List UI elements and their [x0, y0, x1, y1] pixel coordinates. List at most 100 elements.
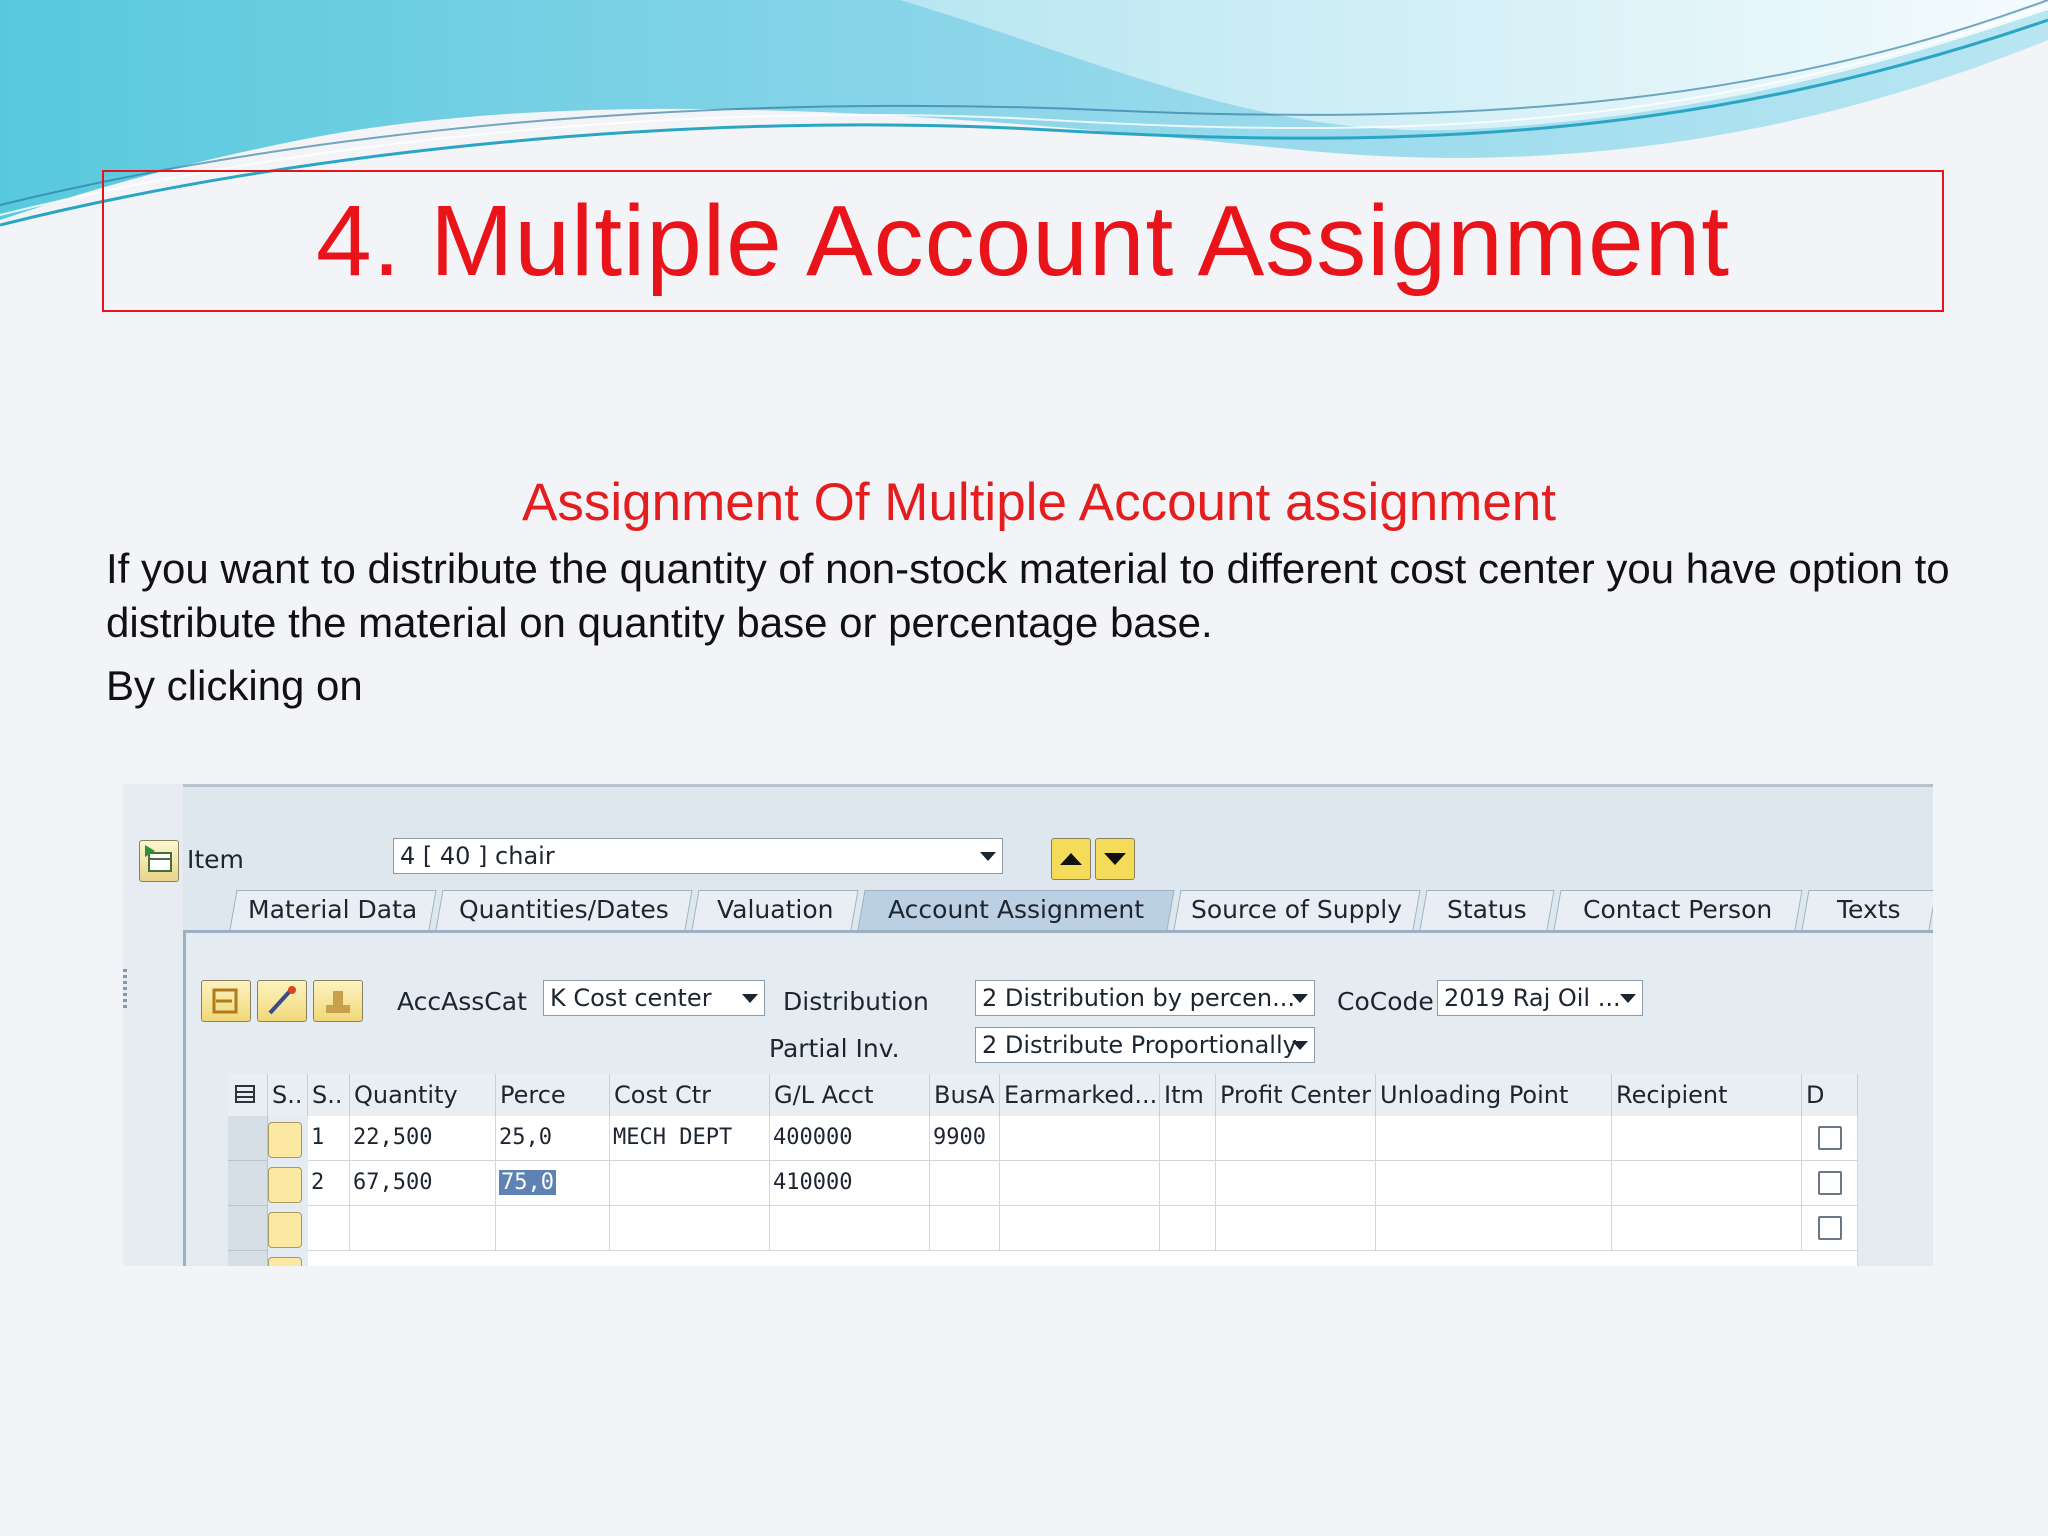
subtitle: Assignment Of Multiple Account assignmen…	[522, 473, 1556, 532]
arrow-up-icon[interactable]	[1051, 838, 1091, 880]
table-cell[interactable]	[610, 1161, 770, 1206]
table-cell[interactable]	[1000, 1116, 1160, 1161]
column-header[interactable]: G/L Acct	[770, 1074, 930, 1116]
deletion-checkbox[interactable]	[1818, 1171, 1842, 1195]
row-selector[interactable]	[228, 1251, 268, 1266]
accasscat-select[interactable]: K Cost center	[543, 980, 765, 1016]
column-header[interactable]: Cost Ctr	[610, 1074, 770, 1116]
chevron-down-icon	[742, 994, 758, 1003]
tab-label: Quantities/Dates	[459, 895, 669, 924]
table-cell[interactable]	[930, 1161, 1000, 1206]
accasscat-label: AccAssCat	[397, 987, 527, 1016]
table-cell: 1	[308, 1116, 350, 1161]
cocode-value: 2019 Raj Oil ...	[1444, 984, 1621, 1012]
table-cell: 2	[308, 1161, 350, 1206]
table-cell[interactable]	[1216, 1206, 1376, 1251]
table-cell[interactable]	[1612, 1161, 1802, 1206]
table-row-partial	[308, 1251, 1858, 1266]
tab-account-assignment[interactable]: Account Assignment	[857, 890, 1175, 930]
row-selector[interactable]	[228, 1161, 268, 1206]
column-header[interactable]: Quantity	[350, 1074, 496, 1116]
table-cell[interactable]	[610, 1206, 770, 1251]
table-cell[interactable]	[1376, 1161, 1612, 1206]
table-cell[interactable]: 22,500	[350, 1116, 496, 1161]
description-paragraph: If you want to distribute the quantity o…	[106, 545, 1950, 646]
cocode-select[interactable]: 2019 Raj Oil ...	[1437, 980, 1643, 1016]
reset-icon[interactable]	[201, 980, 251, 1022]
selected-percent[interactable]: 75,0	[499, 1170, 556, 1195]
item-detail-icon[interactable]	[139, 840, 179, 882]
partial-inv-value: 2 Distribute Proportionally	[982, 1031, 1297, 1059]
status-icon	[268, 1212, 302, 1248]
column-header[interactable]: Earmarked...	[1000, 1074, 1160, 1116]
tab-contact-person[interactable]: Contact Person	[1553, 890, 1803, 930]
item-select[interactable]: 4 [ 40 ] chair	[393, 838, 1003, 874]
tab-label: Valuation	[716, 895, 834, 924]
tab-label: Contact Person	[1583, 895, 1773, 924]
column-header[interactable]: Perce	[496, 1074, 610, 1116]
table-cell[interactable]	[1000, 1161, 1160, 1206]
item-select-value: 4 [ 40 ] chair	[400, 842, 555, 870]
chevron-down-icon	[1620, 994, 1636, 1003]
table-cell[interactable]	[1160, 1206, 1216, 1251]
table-cell[interactable]	[1216, 1161, 1376, 1206]
table-cell[interactable]	[1376, 1116, 1612, 1161]
stamp-icon[interactable]	[313, 980, 363, 1022]
table-cell[interactable]	[1000, 1206, 1160, 1251]
table-cell[interactable]	[1612, 1116, 1802, 1161]
column-header[interactable]: BusA	[930, 1074, 1000, 1116]
tab-texts[interactable]: Texts	[1801, 890, 1933, 930]
table-cell[interactable]: 67,500	[350, 1161, 496, 1206]
table-cell[interactable]	[1216, 1116, 1376, 1161]
item-label: Item	[187, 845, 244, 874]
table-cell[interactable]: 25,0	[496, 1116, 610, 1161]
table-cell[interactable]	[1376, 1206, 1612, 1251]
column-header[interactable]: S..	[268, 1074, 308, 1116]
distribution-select[interactable]: 2 Distribution by percen...	[975, 980, 1315, 1016]
resize-grip[interactable]	[123, 969, 127, 1011]
wand-icon[interactable]	[257, 980, 307, 1022]
arrow-down-icon[interactable]	[1095, 838, 1135, 880]
distribution-value: 2 Distribution by percen...	[982, 984, 1296, 1012]
table-cell[interactable]	[1612, 1206, 1802, 1251]
deletion-checkbox[interactable]	[1818, 1126, 1842, 1150]
row-selector[interactable]	[228, 1116, 268, 1161]
column-header[interactable]: D	[1802, 1074, 1858, 1116]
table-cell[interactable]: 410000	[770, 1161, 930, 1206]
sap-screenshot: Item 4 [ 40 ] chair Material Data Quanti…	[123, 784, 1933, 1266]
tab-source-of-supply[interactable]: Source of Supply	[1173, 890, 1421, 930]
table-cell[interactable]	[1160, 1116, 1216, 1161]
column-header[interactable]: S..	[308, 1074, 350, 1116]
table-cell[interactable]: 9900	[930, 1116, 1000, 1161]
partial-inv-select[interactable]: 2 Distribute Proportionally	[975, 1027, 1315, 1063]
column-header[interactable]: Recipient	[1612, 1074, 1802, 1116]
tab-label: Source of Supply	[1191, 895, 1403, 924]
tab-status[interactable]: Status	[1419, 890, 1555, 930]
chevron-down-icon	[980, 852, 996, 861]
distribution-label: Distribution	[783, 987, 929, 1016]
column-header[interactable]: Unloading Point	[1376, 1074, 1612, 1116]
cocode-label: CoCode	[1337, 987, 1434, 1016]
deletion-checkbox[interactable]	[1818, 1216, 1842, 1240]
tab-quantities-dates[interactable]: Quantities/Dates	[435, 890, 693, 930]
instruction-text: By clicking on	[106, 662, 363, 709]
table-cell[interactable]	[350, 1206, 496, 1251]
tab-material-data[interactable]: Material Data	[229, 890, 437, 930]
tab-label: Status	[1447, 895, 1527, 924]
tab-valuation[interactable]: Valuation	[691, 890, 859, 930]
chevron-down-icon	[1292, 1041, 1308, 1050]
table-settings-icon[interactable]	[228, 1074, 268, 1116]
chevron-down-icon	[1292, 994, 1308, 1003]
table-cell[interactable]	[770, 1206, 930, 1251]
row-selector[interactable]	[228, 1206, 268, 1251]
column-header[interactable]: Profit Center	[1216, 1074, 1376, 1116]
table-cell[interactable]: MECH DEPT	[610, 1116, 770, 1161]
table-cell[interactable]	[1160, 1161, 1216, 1206]
table-cell[interactable]: 75,0	[496, 1161, 610, 1206]
table-cell[interactable]	[496, 1206, 610, 1251]
table-cell[interactable]: 400000	[770, 1116, 930, 1161]
table-cell[interactable]	[930, 1206, 1000, 1251]
column-header[interactable]: Itm	[1160, 1074, 1216, 1116]
status-icon	[268, 1167, 302, 1203]
title-box: 4. Multiple Account Assignment	[102, 170, 1944, 312]
